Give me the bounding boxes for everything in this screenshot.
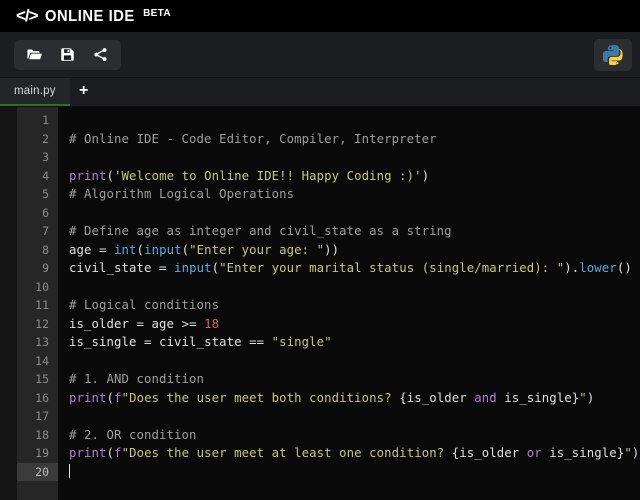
code-line[interactable]	[69, 463, 640, 482]
app-title: ONLINE IDE	[44, 8, 135, 25]
code-line[interactable]: civil_state = input("Enter your marital …	[69, 259, 640, 278]
tab-main-py[interactable]: main.py	[0, 78, 70, 106]
line-number: 17	[35, 409, 49, 423]
code-line[interactable]	[69, 407, 640, 426]
line-number: 9	[42, 261, 49, 275]
code-line[interactable]	[69, 111, 640, 130]
toolbar	[0, 32, 640, 78]
code-line[interactable]: # 1. AND condition	[69, 370, 640, 389]
code-line[interactable]: is_single = civil_state == "single"	[69, 333, 640, 352]
line-number: 8	[42, 242, 49, 257]
code-line[interactable]	[69, 148, 640, 167]
language-selector[interactable]	[594, 38, 632, 71]
line-number: 19	[35, 446, 49, 460]
code-line[interactable]: # Logical conditions	[69, 296, 640, 315]
open-file-button[interactable]	[18, 40, 51, 70]
brand: </> ONLINE IDE BETA	[16, 7, 177, 25]
text-cursor	[69, 463, 70, 478]
line-number-gutter: 1 2 3 4 5 6 7 8 9 10 11 12 13 14 15 16 17 18 19 20	[17, 107, 58, 500]
line-number: 18	[35, 427, 49, 442]
line-number: 14	[35, 353, 49, 368]
line-number: 6	[42, 205, 49, 220]
tab-bar: main.py +	[0, 78, 640, 106]
share-icon	[94, 48, 107, 61]
line-number: 12	[35, 316, 49, 331]
code-line[interactable]: # Algorithm Logical Operations	[69, 185, 640, 204]
code-editor[interactable]: 1 2 3 4 5 6 7 8 9 10 11 12 13 14 15 16 17 18 19 20 # Online…	[0, 106, 640, 500]
code-line[interactable]	[69, 204, 640, 223]
beta-badge: BETA	[143, 8, 171, 19]
code-line[interactable]: # 2. OR condition	[69, 426, 640, 445]
line-number: 20	[17, 462, 58, 481]
save-file-button[interactable]	[51, 40, 84, 70]
code-line[interactable]: age = int(input("Enter your age: "))	[69, 241, 640, 260]
line-number: 2	[42, 131, 49, 146]
code-line[interactable]: print('Welcome to Online IDE!! Happy Cod…	[69, 167, 640, 186]
line-number: 13	[35, 335, 49, 349]
line-number: 4	[42, 168, 49, 183]
line-number: 15	[35, 372, 49, 386]
line-number: 11	[35, 298, 49, 312]
line-number: 7	[42, 224, 49, 238]
code-line[interactable]: # Define age as integer and civil_state …	[69, 222, 640, 241]
line-number: 3	[42, 150, 49, 164]
line-number: 16	[35, 390, 49, 405]
code-line[interactable]: print(f"Does the user meet both conditio…	[69, 389, 640, 408]
code-line[interactable]	[69, 352, 640, 371]
code-brackets-icon: </>	[16, 6, 39, 25]
code-line[interactable]: is_older = age >= 18	[69, 315, 640, 334]
share-button[interactable]	[84, 40, 117, 70]
code-line[interactable]	[69, 278, 640, 297]
line-number: 10	[35, 279, 49, 294]
file-action-group	[14, 39, 121, 70]
editor-left-strip	[0, 107, 17, 500]
tab-label: main.py	[14, 85, 56, 97]
online-ide-window: </> ONLINE IDE BETA main.py + 1 2 3 4 5 …	[0, 0, 640, 500]
save-icon	[61, 48, 74, 61]
add-tab-button[interactable]: +	[70, 78, 98, 106]
app-header: </> ONLINE IDE BETA	[0, 0, 640, 32]
code-content[interactable]: # Online IDE - Code Editor, Compiler, In…	[58, 107, 640, 500]
python-logo-icon	[602, 45, 623, 65]
code-line[interactable]: print(f"Does the user meet at least one …	[69, 444, 640, 463]
line-number: 1	[42, 113, 49, 127]
folder-open-icon	[27, 49, 42, 60]
code-line[interactable]: # Online IDE - Code Editor, Compiler, In…	[69, 130, 640, 149]
line-number: 5	[42, 187, 49, 201]
